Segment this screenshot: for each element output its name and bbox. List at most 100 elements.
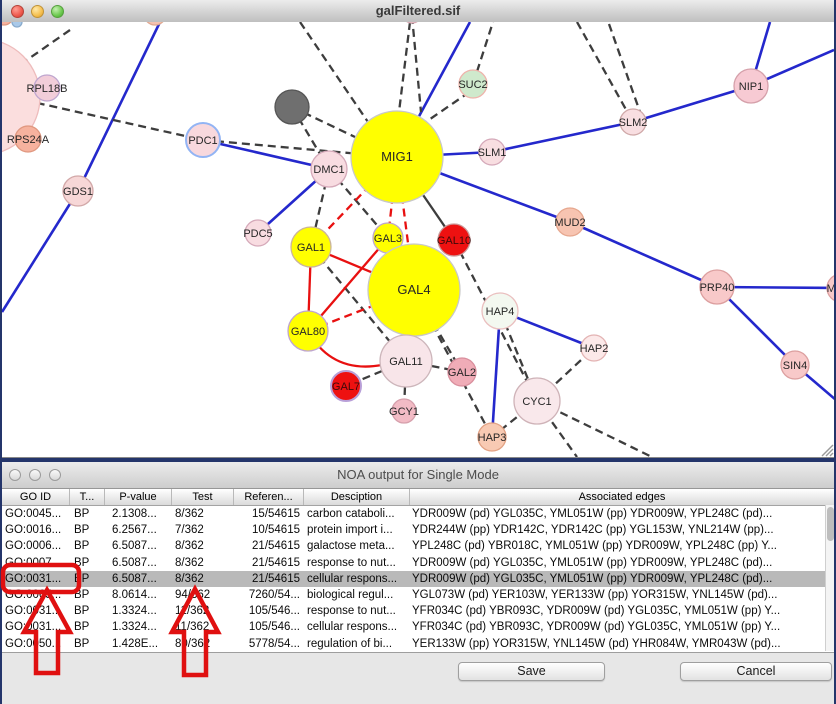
network-edge-gray_dashed[interactable]	[609, 24, 640, 112]
network-edge-gray_dashed[interactable]	[412, 22, 421, 112]
column-header-0[interactable]: GO ID	[2, 489, 70, 505]
node-top-edge-node-a[interactable]	[2, 22, 13, 25]
table-cell: GO:0031...	[2, 619, 70, 635]
column-header-6[interactable]: Associated edges	[410, 489, 834, 505]
network-edge-gray_dashed[interactable]	[420, 93, 468, 126]
table-row[interactable]: GO:0006...BP6.5087...8/36221/54615galact…	[2, 538, 834, 554]
table-row[interactable]: GO:0065...BP8.0614...94/3627260/54...bio…	[2, 587, 834, 603]
network-edge-gray_dashed[interactable]	[24, 100, 203, 140]
node-MUD2[interactable]: MUD2	[554, 208, 585, 236]
node-HAP4[interactable]: HAP4	[482, 293, 518, 329]
table-cell: response to nut...	[304, 603, 410, 619]
table-cell: YDR009W (pd) YGL035C, YML051W (pp) YDR00…	[410, 571, 834, 587]
cancel-button[interactable]: Cancel	[680, 662, 832, 681]
table-row[interactable]: GO:0050...BP1.428E...80/3625778/54...reg…	[2, 636, 834, 652]
node-GDS1[interactable]: GDS1	[63, 176, 93, 206]
node-GCY1[interactable]: GCY1	[389, 399, 419, 423]
node-SUC2[interactable]: SUC2	[458, 70, 487, 98]
node-HAP3[interactable]: HAP3	[478, 423, 507, 451]
graph-window-title: galFiltered.sif	[2, 0, 834, 22]
node-label: GAL4	[397, 282, 430, 297]
node-DMC1[interactable]: DMC1	[311, 151, 347, 187]
node-NIP1[interactable]: NIP1	[734, 69, 768, 103]
node-MSL1[interactable]: MSL1	[827, 274, 834, 302]
table-cell: BP	[70, 587, 105, 603]
network-edge-blue[interactable]	[492, 122, 633, 152]
node-GAL1[interactable]: GAL1	[291, 227, 331, 267]
column-header-5[interactable]: Desciption	[304, 489, 410, 505]
node-MIG1[interactable]: MIG1	[351, 111, 443, 203]
table-row[interactable]: GO:0031...BP1.3324...11/362105/546...res…	[2, 603, 834, 619]
network-edge-blue[interactable]	[633, 86, 751, 122]
node-SIN4[interactable]: SIN4	[781, 351, 809, 379]
scrollbar-thumb[interactable]	[827, 507, 834, 541]
table-scrollbar[interactable]	[825, 505, 834, 651]
network-edge-gray_dashed[interactable]	[577, 22, 633, 122]
table-cell: 10/54615	[234, 522, 304, 538]
zoom-button[interactable]	[51, 5, 64, 18]
noa-window-titlebar[interactable]: NOA output for Single Mode	[2, 462, 834, 489]
node-top-edge-node-b[interactable]	[12, 22, 22, 27]
table-cell: protein import i...	[304, 522, 410, 538]
column-header-4[interactable]: Referen...	[234, 489, 304, 505]
node-HAP2[interactable]: HAP2	[580, 335, 609, 361]
table-cell: GO:0007...	[2, 555, 70, 571]
node-label: PDC1	[188, 135, 217, 147]
table-row[interactable]: GO:0031...BP1.3324...11/362105/546...cel…	[2, 619, 834, 635]
table-cell: 21/54615	[234, 571, 304, 587]
node-GAL80[interactable]: GAL80	[288, 311, 328, 351]
table-cell: BP	[70, 619, 105, 635]
node-SLM1[interactable]: SLM1	[478, 139, 507, 165]
network-edge-gray_dashed[interactable]	[24, 30, 70, 62]
minimize-button[interactable]	[29, 469, 41, 481]
table-cell: YFR034C (pd) YBR093C, YDR009W (pd) YGL03…	[410, 603, 834, 619]
table-cell: 80/362	[172, 636, 234, 652]
table-row[interactable]: GO:0045...BP2.1308...8/36215/54615carbon…	[2, 506, 834, 522]
node-PDC1[interactable]: PDC1	[186, 123, 220, 157]
column-header-1[interactable]: T...	[70, 489, 105, 505]
graph-window-titlebar[interactable]: galFiltered.sif	[2, 0, 834, 23]
network-edge-blue[interactable]	[78, 22, 160, 191]
network-edge-gray_dashed[interactable]	[203, 140, 360, 154]
node-label: GAL11	[389, 356, 422, 368]
table-row[interactable]: GO:0007...BP6.5087...8/36221/54615respon…	[2, 555, 834, 571]
table-row[interactable]: GO:0031...BP6.5087...8/36221/54615cellul…	[2, 571, 834, 587]
table-cell: BP	[70, 538, 105, 554]
minimize-button[interactable]	[31, 5, 44, 18]
node-top-edge-node-c[interactable]	[144, 22, 166, 25]
network-edge-gray_dashed[interactable]	[300, 22, 370, 125]
table-row[interactable]: GO:0016...BP6.2567...7/36210/54615protei…	[2, 522, 834, 538]
table-body: GO:0045...BP2.1308...8/36215/54615carbon…	[2, 506, 834, 652]
network-canvas[interactable]: RPL18BRPS24AGDS1PDC1DMC1MIG1SUC2SLM1SLM2…	[2, 22, 834, 457]
table-header: GO IDT...P-valueTestReferen...Desciption…	[2, 489, 834, 506]
node-CYC1[interactable]: CYC1	[514, 378, 560, 424]
node-GAL7[interactable]: GAL7	[331, 371, 361, 401]
node-SLM2[interactable]: SLM2	[619, 109, 648, 135]
node-GAL11[interactable]: GAL11	[380, 335, 432, 387]
node-GAL4[interactable]: GAL4	[368, 244, 460, 336]
save-button[interactable]: Save	[458, 662, 605, 681]
node-label: GAL80	[291, 326, 325, 338]
network-edge-gray_dashed[interactable]	[399, 22, 410, 112]
table-cell: GO:0031...	[2, 603, 70, 619]
node-GAL2[interactable]: GAL2	[448, 358, 476, 386]
network-edge-blue[interactable]	[570, 222, 717, 287]
node-gray-node[interactable]	[275, 90, 309, 124]
node-label: MUD2	[554, 217, 585, 229]
network-edge-blue[interactable]	[492, 311, 500, 437]
zoom-button[interactable]	[49, 469, 61, 481]
network-edge-blue[interactable]	[203, 140, 329, 169]
resize-grip[interactable]	[820, 443, 834, 457]
node-GAL10[interactable]: GAL10	[437, 224, 471, 256]
close-button[interactable]	[9, 469, 21, 481]
node-top-edge-node-d[interactable]	[402, 22, 422, 23]
node-label: HAP2	[580, 343, 609, 355]
node-PRP40[interactable]: PRP40	[700, 270, 735, 304]
network-edge-blue[interactable]	[2, 191, 78, 312]
close-button[interactable]	[11, 5, 24, 18]
table-cell: 7260/54...	[234, 587, 304, 603]
column-header-3[interactable]: Test	[172, 489, 234, 505]
column-header-2[interactable]: P-value	[105, 489, 172, 505]
table-cell: YFR034C (pd) YBR093C, YDR009W (pd) YGL03…	[410, 619, 834, 635]
table-cell: GO:0031...	[2, 571, 70, 587]
